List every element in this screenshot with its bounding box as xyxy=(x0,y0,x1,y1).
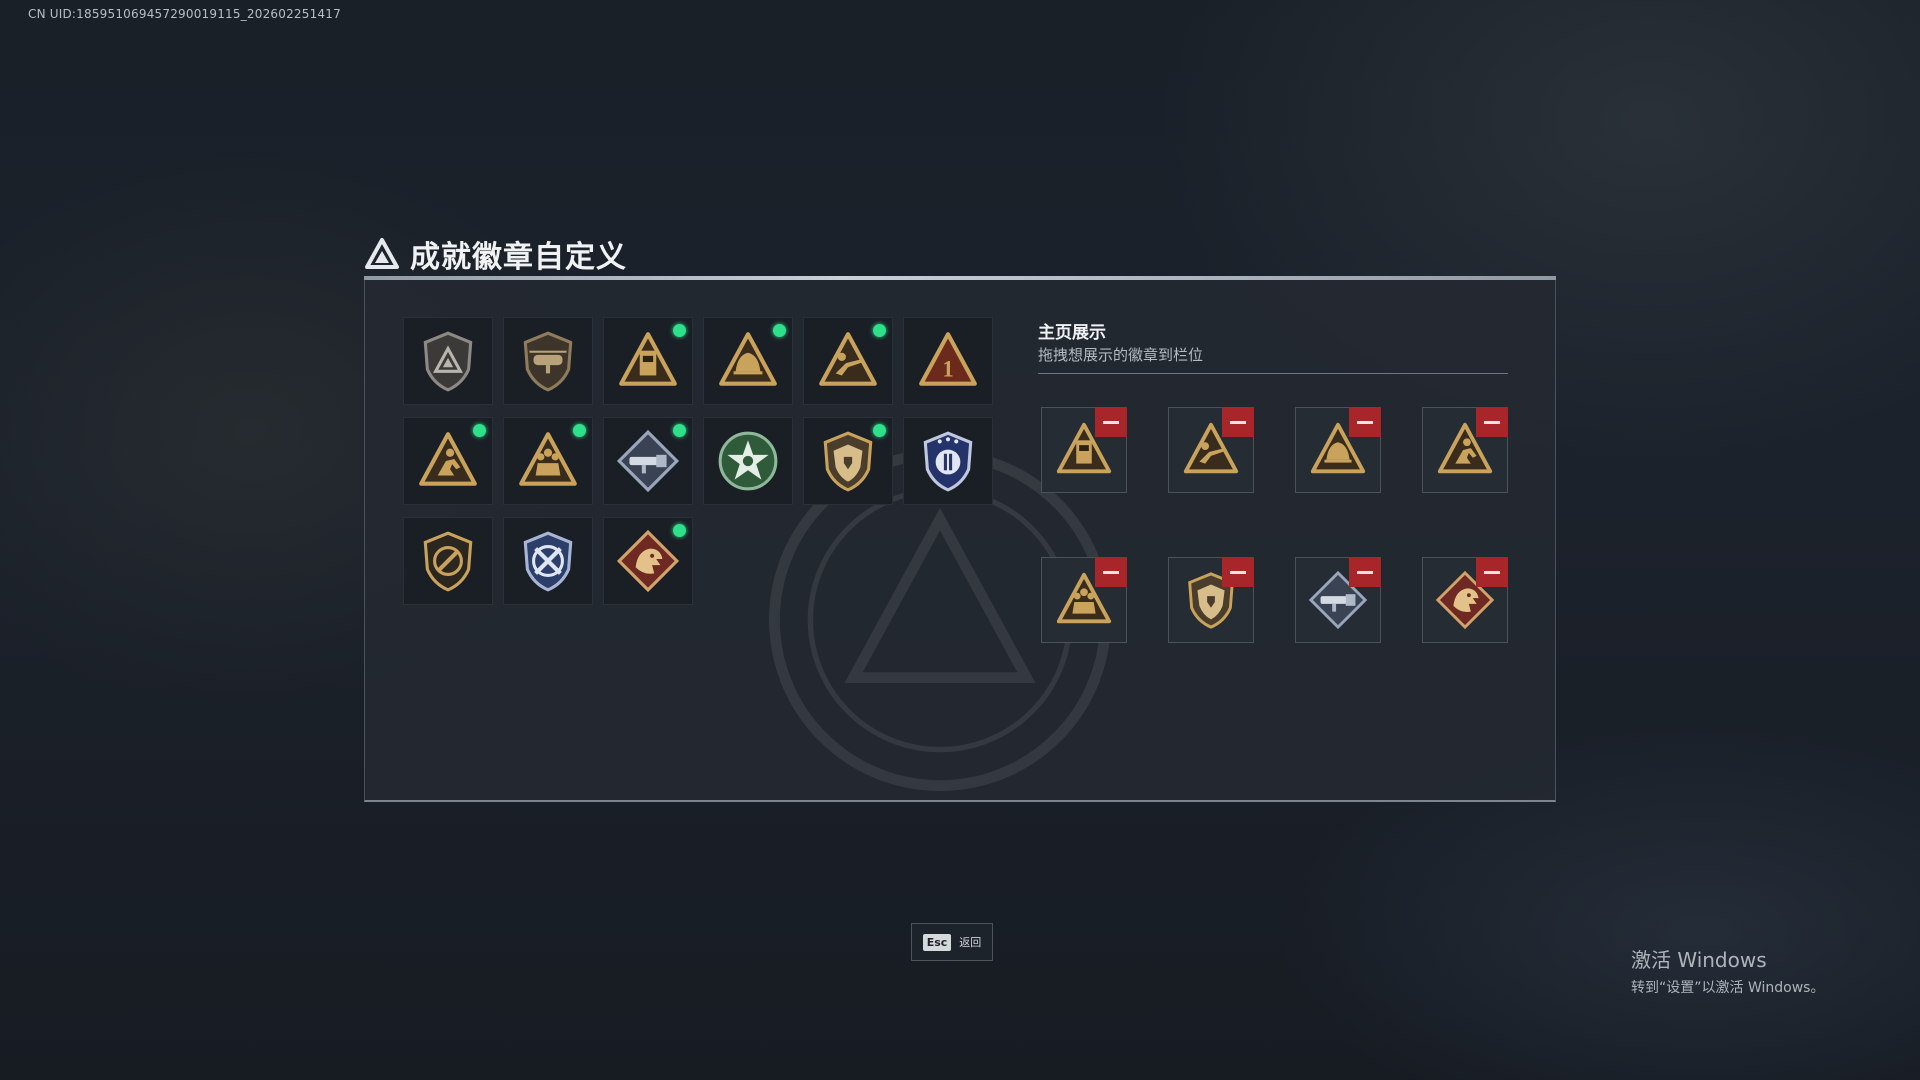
showcase-divider xyxy=(1038,373,1508,374)
blue-police-badge-icon xyxy=(923,431,973,492)
runner-triangle-badge-icon xyxy=(419,432,477,486)
remove-badge-button[interactable] xyxy=(1476,407,1508,437)
remove-badge-button[interactable] xyxy=(1349,557,1381,587)
minus-icon xyxy=(1357,570,1373,574)
minus-icon xyxy=(1484,420,1500,424)
minus-icon xyxy=(1484,570,1500,574)
showcase-slot[interactable] xyxy=(1295,407,1381,493)
uid-text: CN UID:185951069457290019115_20260225141… xyxy=(28,7,341,21)
badge-cell[interactable] xyxy=(803,417,893,505)
badge-cell[interactable] xyxy=(403,317,493,405)
minus-icon xyxy=(1230,420,1246,424)
helmet-triangle-badge-icon xyxy=(719,332,777,386)
showcase-slot[interactable] xyxy=(1295,557,1381,643)
showcase-slot[interactable] xyxy=(1422,407,1508,493)
crossed-rifle-shield-badge-icon xyxy=(423,531,473,592)
minus-icon xyxy=(1103,420,1119,424)
badge-cell[interactable] xyxy=(403,417,493,505)
showcase-subtitle: 拖拽想展示的徽章到栏位 xyxy=(1038,346,1204,364)
new-indicator-dot xyxy=(673,324,686,337)
delta-logo-icon xyxy=(365,238,399,269)
green-star-badge-icon xyxy=(718,431,778,491)
remove-badge-button[interactable] xyxy=(1476,557,1508,587)
esc-key-icon: Esc xyxy=(922,933,952,951)
showcase-slot[interactable] xyxy=(1168,557,1254,643)
minus-icon xyxy=(1357,420,1373,424)
dragon-diamond-badge-icon xyxy=(616,529,680,593)
showcase-slot[interactable] xyxy=(1041,557,1127,643)
badge-cell[interactable] xyxy=(503,317,593,405)
badge-cell[interactable] xyxy=(603,317,693,405)
new-indicator-dot xyxy=(873,424,886,437)
blue-crossed-shield-badge-icon xyxy=(523,531,573,592)
soldier-rifle-triangle-badge-icon xyxy=(819,332,877,386)
new-indicator-dot xyxy=(773,324,786,337)
medic-shield-badge-icon xyxy=(823,431,873,492)
back-button[interactable]: Esc 返回 xyxy=(911,923,993,961)
badge-cell[interactable]: 1 xyxy=(903,317,993,405)
remove-badge-button[interactable] xyxy=(1222,407,1254,437)
crate-triangle-badge-icon xyxy=(619,332,677,386)
badge-cell[interactable] xyxy=(703,417,793,505)
number-one-triangle-badge-icon: 1 xyxy=(919,332,977,386)
launcher-diamond-badge-icon xyxy=(616,429,680,493)
new-indicator-dot xyxy=(573,424,586,437)
back-label: 返回 xyxy=(959,936,982,949)
page-header: 成就徽章自定义 xyxy=(364,232,627,276)
remove-badge-button[interactable] xyxy=(1095,407,1127,437)
page-title: 成就徽章自定义 xyxy=(410,240,627,275)
showcase-title: 主页展示 xyxy=(1038,323,1106,343)
badge-cell[interactable] xyxy=(903,417,993,505)
activation-title: 激活 Windows xyxy=(1631,948,1767,972)
minus-icon xyxy=(1230,570,1246,574)
badge-cell[interactable] xyxy=(503,417,593,505)
showcase-slot[interactable] xyxy=(1041,407,1127,493)
new-indicator-dot xyxy=(873,324,886,337)
shield-triangle-badge-icon xyxy=(423,331,473,392)
minus-icon xyxy=(1103,570,1119,574)
showcase-slot[interactable] xyxy=(1422,557,1508,643)
badge-cell[interactable] xyxy=(603,417,693,505)
svg-text:1: 1 xyxy=(942,356,953,381)
windows-activation-watermark: 激活 Windows 转到“设置”以激活 Windows。 xyxy=(1631,944,1824,997)
remove-badge-button[interactable] xyxy=(1095,557,1127,587)
showcase-slot[interactable] xyxy=(1168,407,1254,493)
badge-cell[interactable] xyxy=(603,517,693,605)
new-indicator-dot xyxy=(473,424,486,437)
badge-cell[interactable] xyxy=(803,317,893,405)
helicopter-shield-badge-icon xyxy=(523,331,573,392)
badge-cell[interactable] xyxy=(503,517,593,605)
new-indicator-dot xyxy=(673,524,686,537)
new-indicator-dot xyxy=(673,424,686,437)
squad-triangle-badge-icon xyxy=(519,432,577,486)
remove-badge-button[interactable] xyxy=(1349,407,1381,437)
activation-subtitle: 转到“设置”以激活 Windows。 xyxy=(1631,980,1825,996)
badge-cell[interactable] xyxy=(403,517,493,605)
badge-cell[interactable] xyxy=(703,317,793,405)
remove-badge-button[interactable] xyxy=(1222,557,1254,587)
